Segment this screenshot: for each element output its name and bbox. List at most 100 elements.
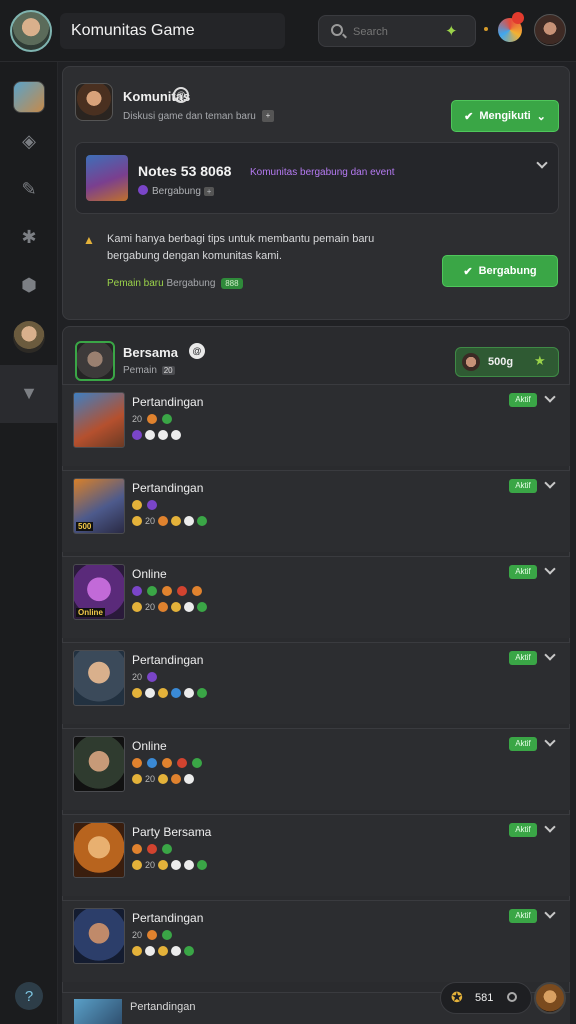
app-logo-avatar[interactable] bbox=[10, 10, 52, 52]
item-thumbnail bbox=[73, 736, 125, 792]
community-subtitle: Diskusi game dan teman baru bbox=[123, 111, 256, 122]
leaf-icon bbox=[162, 844, 172, 854]
coin-icon bbox=[184, 774, 195, 784]
item-count: 20 bbox=[132, 414, 143, 424]
gem-icon bbox=[147, 672, 158, 682]
list-item[interactable]: Online Online 20 Aktif bbox=[62, 556, 570, 638]
chevron-down-icon[interactable] bbox=[544, 563, 556, 575]
sidebar-item-home[interactable] bbox=[13, 81, 45, 113]
sidebar-item-chat[interactable]: ◈ bbox=[13, 125, 45, 157]
coin-icon bbox=[184, 516, 195, 526]
item-thumbnail bbox=[73, 822, 125, 878]
search-icon[interactable] bbox=[507, 992, 517, 1002]
fire-icon bbox=[132, 758, 142, 768]
list-item[interactable]: Pertandingan 20 Aktif bbox=[62, 384, 570, 466]
status-badge: Aktif bbox=[509, 651, 537, 665]
pill-avatar bbox=[462, 353, 480, 371]
chevron-down-icon[interactable] bbox=[544, 391, 556, 403]
leaf-icon bbox=[147, 586, 157, 596]
item-stats bbox=[132, 687, 207, 699]
list-item[interactable]: Party Bersama 20 Aktif bbox=[62, 814, 570, 896]
chevron-down-icon[interactable] bbox=[544, 907, 556, 919]
list-header-avatar[interactable] bbox=[75, 341, 115, 381]
chat-icon: ◈ bbox=[22, 130, 36, 151]
fire-icon bbox=[192, 586, 202, 596]
floating-action-pill[interactable]: ✪ 581 bbox=[440, 982, 532, 1014]
item-count: 20 bbox=[145, 774, 156, 784]
chevron-down-icon[interactable] bbox=[544, 649, 556, 661]
list-item[interactable]: 500 Pertandingan 20 Aktif bbox=[62, 470, 570, 552]
notice-join-button[interactable]: ✔ Bergabung bbox=[442, 255, 558, 287]
item-meta bbox=[132, 585, 202, 597]
item-thumbnail: Online bbox=[73, 564, 125, 620]
fire-icon bbox=[147, 414, 158, 424]
leaf-icon bbox=[184, 946, 194, 956]
list-item[interactable]: Online 20 Aktif bbox=[62, 728, 570, 810]
user-avatar[interactable] bbox=[534, 14, 566, 46]
list-header-icon: @ bbox=[189, 343, 205, 359]
item-meta bbox=[132, 843, 172, 855]
chevron-down-icon[interactable] bbox=[544, 735, 556, 747]
gem-icon bbox=[132, 586, 142, 596]
help-icon: ? bbox=[24, 987, 34, 1005]
list-item[interactable]: Pertandingan 20 Aktif bbox=[62, 900, 570, 982]
fire-icon bbox=[162, 586, 172, 596]
list-item[interactable]: Pertandingan 20 Aktif bbox=[62, 642, 570, 724]
coin-icon bbox=[171, 774, 182, 784]
coin-icon bbox=[158, 688, 168, 698]
list-header: Bersama @ Pemain 20 500g ★ bbox=[63, 327, 569, 383]
sidebar: ◈ ✎ ✱ ⬢ ▼ ? bbox=[0, 62, 58, 1024]
sidebar-item-shield[interactable]: ⬢ bbox=[13, 269, 45, 301]
coin-icon bbox=[184, 860, 195, 870]
item-stats: 20 bbox=[132, 601, 208, 613]
wrench-icon: ✎ bbox=[21, 178, 37, 199]
sidebar-item-events[interactable]: ✱ bbox=[13, 221, 45, 253]
coin-icon bbox=[145, 946, 155, 956]
floating-user-avatar[interactable] bbox=[534, 982, 566, 1014]
search-input[interactable] bbox=[353, 23, 433, 41]
follow-button[interactable]: ✔ Mengikuti ⌄ bbox=[451, 100, 559, 132]
item-meta: 20 bbox=[132, 671, 158, 683]
app-title: Komunitas Game bbox=[71, 22, 195, 39]
trophy-icon bbox=[132, 602, 142, 612]
sidebar-item-profile[interactable] bbox=[13, 321, 45, 353]
fire-icon bbox=[132, 500, 142, 510]
chevron-down-icon: ⌄ bbox=[536, 110, 546, 123]
status-badge: Aktif bbox=[509, 479, 537, 493]
list-header-pill[interactable]: 500g ★ bbox=[455, 347, 559, 377]
search-bar[interactable]: ✦ bbox=[318, 15, 476, 47]
coin-icon bbox=[184, 688, 194, 698]
sidebar-item-tools[interactable]: ✎ bbox=[13, 173, 45, 205]
sidebar-item-messages[interactable]: ▼ bbox=[13, 377, 45, 409]
gem-icon bbox=[147, 500, 157, 510]
item-title: Pertandingan bbox=[132, 395, 204, 409]
item-thumbnail-label: Online bbox=[76, 608, 105, 617]
item-stats bbox=[132, 945, 194, 957]
coin-icon bbox=[158, 946, 168, 956]
join-group-row[interactable]: Notes 53 8068 Komunitas bergabung dan ev… bbox=[75, 142, 559, 214]
floating-count: 581 bbox=[475, 992, 494, 1004]
leaf-icon bbox=[192, 758, 202, 768]
chevron-down-icon[interactable] bbox=[544, 477, 556, 489]
status-badge: Aktif bbox=[509, 909, 537, 923]
search-icon bbox=[331, 24, 343, 36]
joystick-icon[interactable]: ✦ bbox=[445, 22, 458, 40]
item-meta bbox=[132, 499, 157, 511]
item-title: Pertandingan bbox=[132, 481, 204, 495]
leaf-icon bbox=[162, 930, 173, 940]
community-avatar[interactable] bbox=[75, 83, 113, 121]
leaf-icon bbox=[197, 516, 208, 526]
item-title: Pertandingan bbox=[132, 911, 204, 925]
chevron-down-icon[interactable] bbox=[544, 821, 556, 833]
trophy-icon bbox=[132, 774, 142, 784]
list-header-subtitle-text: Pemain bbox=[123, 365, 157, 376]
heart-icon bbox=[177, 586, 187, 596]
gear-icon: ✱ bbox=[21, 226, 37, 247]
chevron-down-icon[interactable] bbox=[536, 157, 548, 169]
coin-icon bbox=[145, 430, 155, 440]
coin-icon bbox=[171, 946, 181, 956]
community-card: Komunitas @ Diskusi game dan teman baru … bbox=[62, 66, 570, 320]
fire-icon bbox=[162, 758, 172, 768]
sidebar-item-help[interactable]: ? bbox=[15, 982, 43, 1010]
item-meta bbox=[132, 757, 202, 769]
